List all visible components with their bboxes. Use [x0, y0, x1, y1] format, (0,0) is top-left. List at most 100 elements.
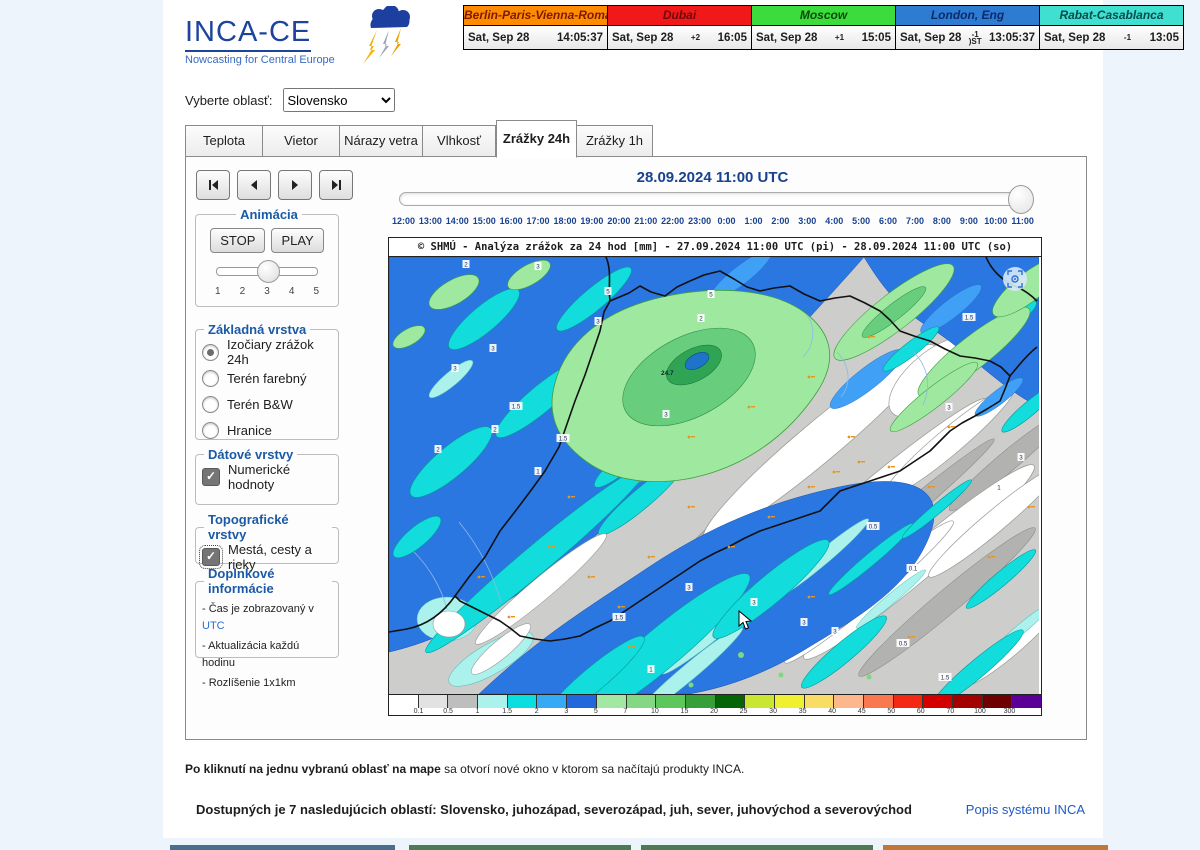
timeline-tick: 9:00: [955, 216, 982, 226]
tab-vietor[interactable]: Vietor: [263, 125, 340, 157]
next-frame-button[interactable]: [278, 170, 312, 200]
tab-teplota[interactable]: Teplota: [185, 125, 263, 157]
scale-cell: [894, 695, 924, 708]
scale-cell: [775, 695, 805, 708]
timeline-tick: 17:00: [525, 216, 552, 226]
logo: INCA-CE Nowcasting for Central Europe: [185, 16, 395, 66]
radio-button[interactable]: [202, 370, 219, 387]
radio-option-row: Izočiary zrážok 24h: [202, 339, 332, 365]
map-hint-rest: sa otvorí nové okno v ktorom sa načítajú…: [441, 762, 744, 776]
scale-label: 1.5: [502, 708, 512, 715]
checkbox-label: Numerické hodnoty: [228, 462, 332, 492]
scale-label: 40: [828, 708, 836, 715]
product-tabs: TeplotaVietorNárazy vetraVlhkosťZrážky 2…: [185, 120, 653, 157]
radio-button[interactable]: [202, 344, 219, 361]
clock-date: Sat, Sep 28: [468, 32, 529, 44]
checkbox[interactable]: ✓: [202, 548, 220, 566]
fullscreen-icon[interactable]: [1003, 267, 1027, 291]
extra-info-legend: Doplnkové informácie: [204, 566, 332, 596]
topo-layers-fieldset: Topografické vrstvy ✓Mestá, cesty a riek…: [195, 512, 339, 564]
region-thumbnail-top[interactable]: [641, 845, 873, 850]
scale-cell: [597, 695, 627, 708]
radio-label: Hranice: [227, 423, 272, 438]
timeline-tick: 18:00: [552, 216, 579, 226]
speed-label: 1: [215, 286, 221, 297]
svg-text:3: 3: [687, 584, 691, 591]
clock-date: Sat, Sep 28: [1044, 32, 1105, 44]
timeline-tick: 19:00: [578, 216, 605, 226]
region-thumbnail-top[interactable]: [170, 845, 395, 850]
svg-text:0.5: 0.5: [869, 523, 878, 530]
region-thumbnail-top[interactable]: [883, 845, 1108, 850]
current-time-heading: 28.09.2024 11:00 UTC: [390, 169, 1035, 186]
scale-cell: [745, 695, 775, 708]
timeline-tick: 0:00: [713, 216, 740, 226]
svg-text:2: 2: [436, 446, 440, 453]
svg-text:1: 1: [649, 666, 653, 673]
data-layers-legend: Dátové vrstvy: [204, 447, 297, 462]
precipitation-map[interactable]: © SHMÚ - Analýza zrážok za 24 hod [mm] -…: [388, 237, 1042, 716]
logo-title: INCA-CE: [185, 16, 311, 52]
previous-frame-button[interactable]: [237, 170, 271, 200]
tab-vlhkos-[interactable]: Vlhkosť: [423, 125, 496, 157]
scale-cell: [983, 695, 1013, 708]
clock-date: Sat, Sep 28: [756, 32, 817, 44]
checkbox-option-row: ✓ Numerické hodnoty: [202, 464, 332, 490]
checkbox[interactable]: ✓: [202, 468, 220, 486]
radio-button[interactable]: [202, 396, 219, 413]
clock-city-name: Moscow: [752, 6, 895, 26]
clock-time: 13:05: [1150, 32, 1179, 44]
tab-n-razy-vetra[interactable]: Nárazy vetra: [340, 125, 423, 157]
timeline-slider-handle[interactable]: [1008, 185, 1034, 214]
region-thumbnail-top[interactable]: [409, 845, 631, 850]
base-layer-legend: Základná vrstva: [204, 322, 310, 337]
map-canvas[interactable]: 2353331.51.52213520.50.130.51.533311.531…: [389, 257, 1039, 694]
timeline-tick: 7:00: [902, 216, 929, 226]
last-frame-button[interactable]: [319, 170, 353, 200]
speed-slider[interactable]: [216, 267, 318, 276]
clock-time: 16:05: [718, 32, 747, 44]
speed-slider-handle[interactable]: [257, 260, 280, 283]
scale-cell: [508, 695, 538, 708]
scale-label: 2: [535, 708, 539, 715]
scale-label: 60: [917, 708, 925, 715]
scale-cell: [567, 695, 597, 708]
scale-cell: [1012, 695, 1041, 708]
svg-text:2: 2: [699, 315, 703, 322]
timeline-tick: 15:00: [471, 216, 498, 226]
scale-label: 15: [681, 708, 689, 715]
timeline-tick: 23:00: [686, 216, 713, 226]
svg-text:3: 3: [596, 318, 600, 325]
first-frame-button[interactable]: [196, 170, 230, 200]
tab-zr-ky-1h[interactable]: Zrážky 1h: [577, 125, 653, 157]
scale-cell: [448, 695, 478, 708]
clock-city-time: Sat, Sep 28-1)ST13:05:37: [896, 26, 1039, 49]
inca-description-link[interactable]: Popis systému INCA: [960, 802, 1085, 817]
scale-label: 7: [623, 708, 627, 715]
skip-to-end-icon: [330, 179, 343, 191]
radio-button[interactable]: [202, 422, 219, 439]
svg-text:3: 3: [491, 345, 495, 352]
clock-date: Sat, Sep 28: [612, 32, 673, 44]
clock-city: London, EngSat, Sep 28-1)ST13:05:37: [895, 6, 1039, 49]
timeline-slider[interactable]: [399, 192, 1031, 206]
clock-city: Berlin-Paris-Vienna-RomaSat, Sep 2814:05…: [464, 6, 607, 49]
svg-text:3: 3: [664, 411, 668, 418]
play-button[interactable]: PLAY: [271, 228, 323, 253]
timeline-tick: 10:00: [982, 216, 1009, 226]
topo-layers-legend: Topografické vrstvy: [204, 512, 332, 542]
utc-link[interactable]: UTC: [202, 620, 225, 632]
stop-button[interactable]: STOP: [210, 228, 265, 253]
svg-text:1: 1: [536, 468, 540, 475]
timeline-tick: 13:00: [417, 216, 444, 226]
tab-zr-ky-24h[interactable]: Zrážky 24h: [496, 120, 577, 158]
clock-date: Sat, Sep 28: [900, 32, 961, 44]
info-item: - Čas je zobrazovaný v UTC: [202, 601, 332, 635]
scale-label: 20: [710, 708, 718, 715]
scale-cell: [834, 695, 864, 708]
animation-legend: Animácia: [236, 207, 302, 222]
scale-cell: [627, 695, 657, 708]
region-select[interactable]: Slovensko: [283, 88, 395, 112]
clock-city-name: London, Eng: [896, 6, 1039, 26]
map-hint-bold: Po kliknutí na jednu vybranú oblasť na m…: [185, 762, 441, 776]
